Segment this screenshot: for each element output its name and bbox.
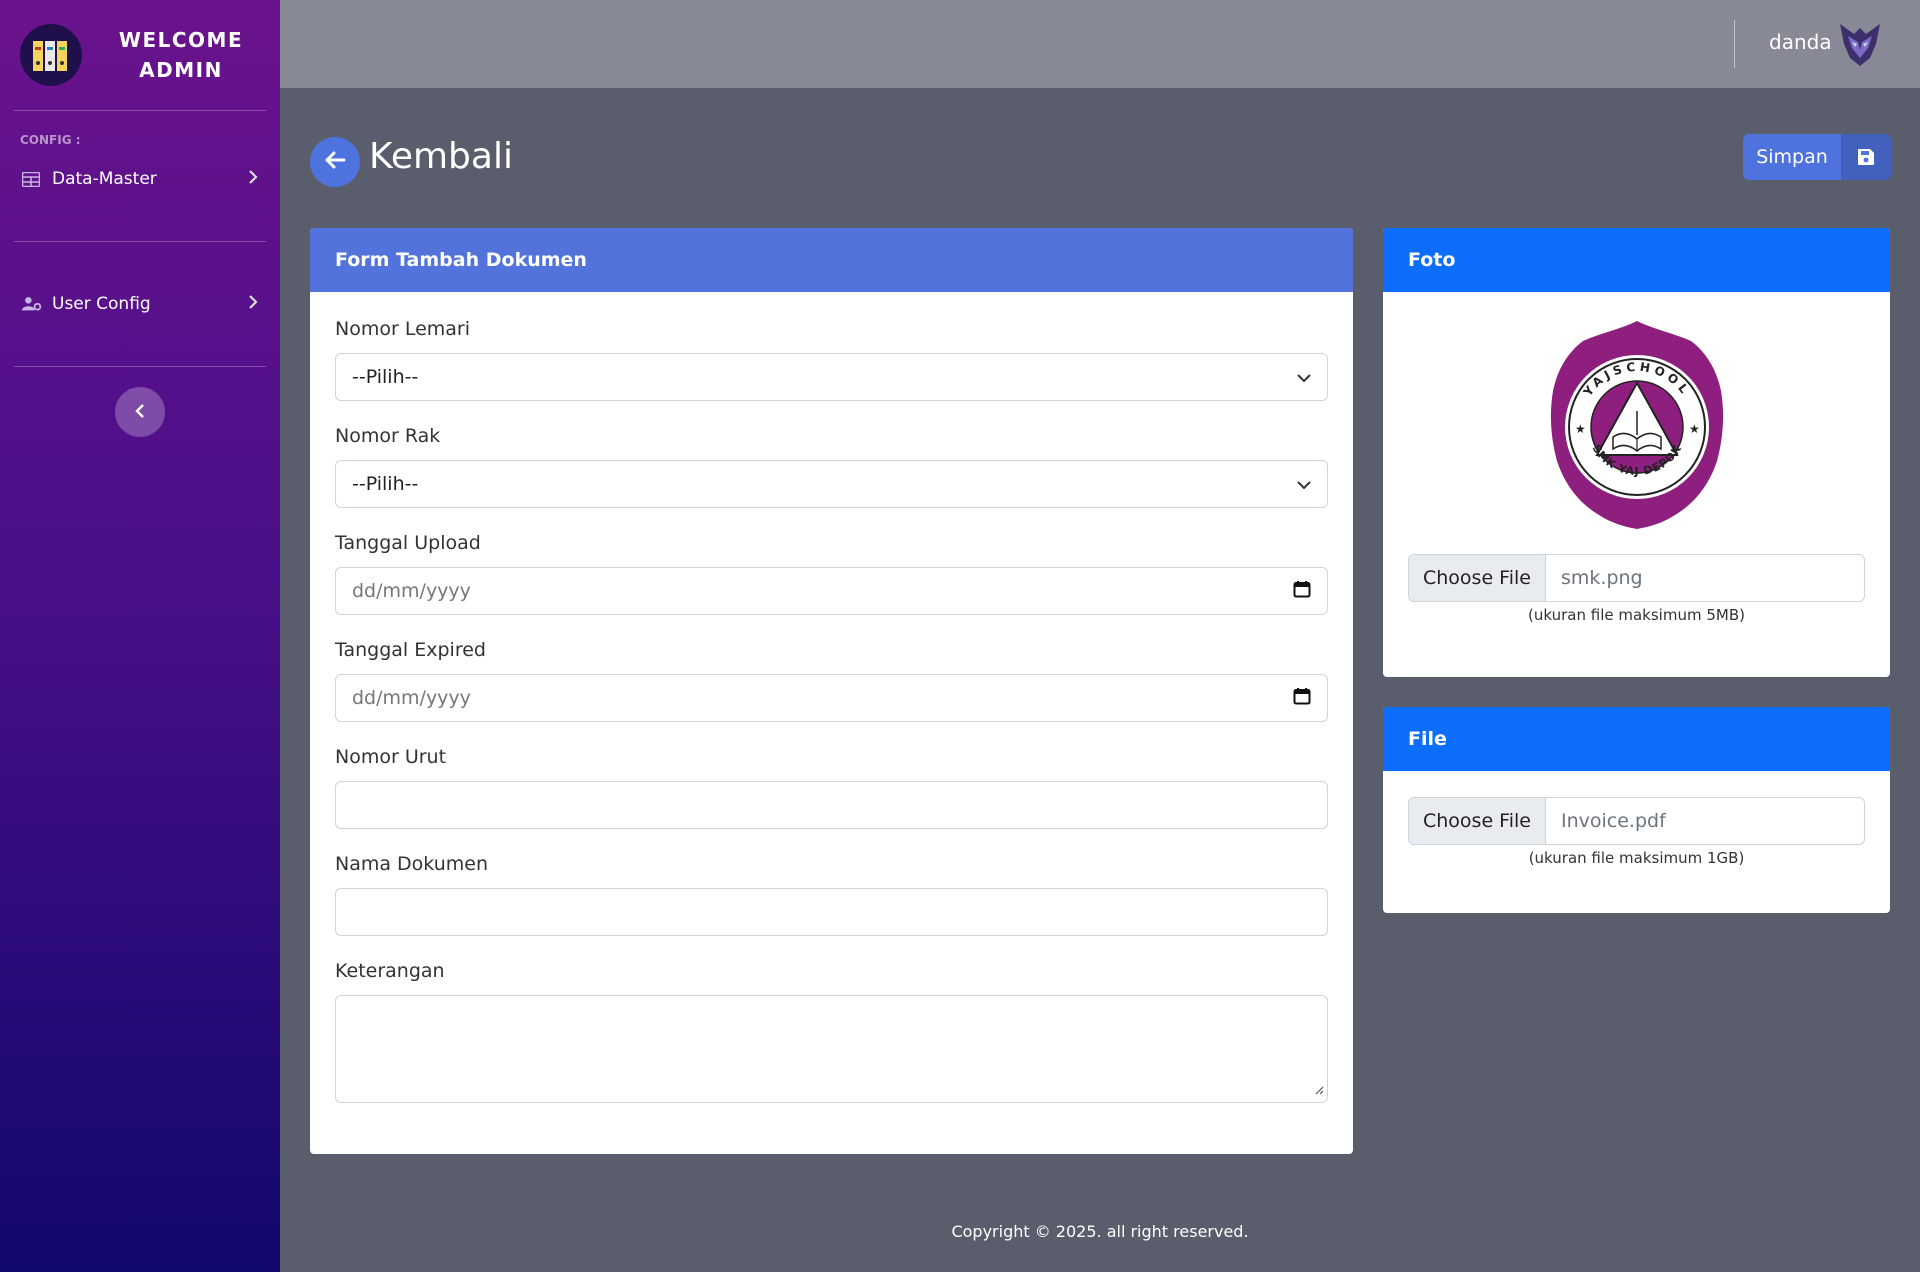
document-file-input[interactable]: Choose File Invoice.pdf [1408, 797, 1865, 845]
file-card: File Choose File Invoice.pdf (ukuran fil… [1383, 707, 1890, 913]
chevron-down-icon [1297, 366, 1311, 388]
sidebar-toggle-button[interactable] [115, 387, 165, 437]
sidebar-item-label: User Config [52, 294, 151, 314]
brand-line2: ADMIN [139, 58, 223, 82]
save-button[interactable]: Simpan [1743, 134, 1891, 180]
nomor-urut-input[interactable] [335, 781, 1328, 829]
svg-text:★: ★ [1575, 422, 1586, 436]
resize-handle-icon[interactable] [1314, 1080, 1324, 1099]
form-body: Nomor Lemari --Pilih-- Nomor Rak --Pilih… [310, 292, 1353, 1103]
nomor-lemari-value: --Pilih-- [352, 366, 419, 388]
chevron-right-icon [248, 294, 258, 314]
calendar-icon[interactable] [1293, 687, 1311, 710]
save-button-label: Simpan [1756, 146, 1828, 168]
nomor-rak-value: --Pilih-- [352, 473, 419, 495]
tanggal-expired-input[interactable]: dd/mm/yyyy [335, 674, 1328, 722]
keterangan-label: Keterangan [335, 960, 445, 982]
document-size-hint: (ukuran file maksimum 1GB) [1528, 849, 1745, 867]
nomor-rak-select[interactable]: --Pilih-- [335, 460, 1328, 508]
nomor-urut-label: Nomor Urut [335, 746, 447, 768]
form-card: Form Tambah Dokumen Nomor Lemari --Pilih… [310, 228, 1353, 1154]
foto-file-input[interactable]: Choose File smk.png [1408, 554, 1865, 602]
nama-dokumen-label: Nama Dokumen [335, 853, 489, 875]
chevron-left-icon [135, 403, 145, 422]
user-cog-icon [22, 296, 42, 312]
topbar: danda [280, 0, 1920, 88]
chevron-down-icon [1297, 473, 1311, 495]
foto-choose-file-button[interactable]: Choose File [1409, 555, 1546, 601]
tanggal-upload-placeholder: dd/mm/yyyy [352, 580, 471, 602]
user-name[interactable]: danda [1769, 30, 1832, 54]
foto-card-title: Foto [1383, 228, 1890, 292]
tanggal-upload-label: Tanggal Upload [335, 532, 481, 554]
avatar[interactable] [1836, 20, 1884, 68]
document-file-name: Invoice.pdf [1561, 810, 1666, 832]
page-title: Kembali [369, 136, 513, 177]
sidebar-divider [14, 366, 266, 367]
brand-logo[interactable] [20, 24, 82, 86]
footer-copyright: Copyright © 2025. all right reserved. [951, 1222, 1249, 1241]
foto-size-hint: (ukuran file maksimum 5MB) [1528, 606, 1745, 624]
calendar-icon[interactable] [1293, 580, 1311, 603]
file-card-title: File [1383, 707, 1890, 771]
sidebar: WELCOME ADMIN CONFIG : Data-Master User … [0, 0, 280, 1272]
form-card-title: Form Tambah Dokumen [310, 228, 1353, 292]
svg-text:★: ★ [1689, 422, 1700, 436]
sidebar-item-label: Data-Master [52, 169, 157, 189]
foto-card: Foto ★ ★ YAJSCHOOL SMK YAJ DEPOK Choose … [1383, 228, 1890, 677]
school-logo-icon: ★ ★ YAJSCHOOL SMK YAJ DEPOK [1550, 321, 1723, 529]
table-icon [22, 171, 42, 187]
config-heading: CONFIG : [20, 133, 81, 147]
nomor-lemari-select[interactable]: --Pilih-- [335, 353, 1328, 401]
tanggal-expired-placeholder: dd/mm/yyyy [352, 687, 471, 709]
keterangan-textarea[interactable] [335, 995, 1328, 1103]
tanggal-expired-label: Tanggal Expired [335, 639, 486, 661]
file-card-body: Choose File Invoice.pdf (ukuran file mak… [1383, 771, 1890, 867]
document-choose-file-button[interactable]: Choose File [1409, 798, 1546, 844]
nama-dokumen-input[interactable] [335, 888, 1328, 936]
nomor-rak-label: Nomor Rak [335, 425, 441, 447]
foto-file-name: smk.png [1561, 567, 1643, 589]
brand-line1: WELCOME [118, 28, 244, 52]
nomor-lemari-label: Nomor Lemari [335, 318, 471, 340]
back-button[interactable] [310, 137, 360, 187]
brand: WELCOME ADMIN [0, 0, 280, 110]
sidebar-item-user-config[interactable]: User Config [0, 280, 280, 328]
arrow-left-icon [324, 150, 346, 174]
chevron-right-icon [248, 169, 258, 189]
brand-text: WELCOME ADMIN [96, 25, 266, 85]
tanggal-upload-input[interactable]: dd/mm/yyyy [335, 567, 1328, 615]
school-logo-preview: ★ ★ YAJSCHOOL SMK YAJ DEPOK [1383, 292, 1890, 554]
sidebar-item-data-master[interactable]: Data-Master [0, 155, 280, 203]
floppy-disk-icon [1841, 134, 1891, 180]
binders-icon [33, 41, 67, 71]
topbar-divider [1734, 20, 1735, 68]
